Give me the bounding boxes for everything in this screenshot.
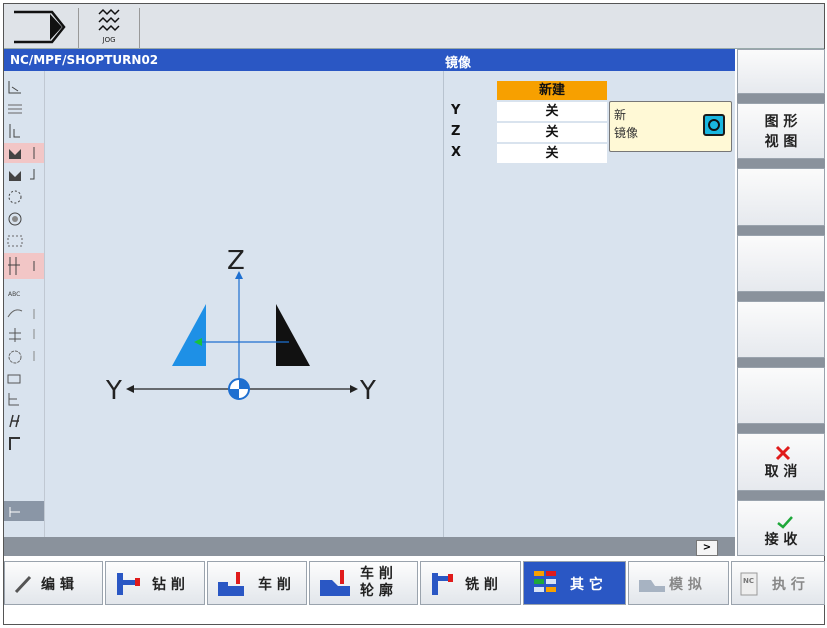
program-steps-column: ABC bbox=[4, 71, 45, 537]
mill-button[interactable]: 铣 削 bbox=[420, 561, 521, 605]
milling-icon bbox=[432, 573, 453, 595]
graphic-view-button[interactable]: 图 形 视 图 bbox=[737, 103, 825, 159]
right-softkey-sep bbox=[737, 94, 825, 103]
step-icon-block[interactable] bbox=[4, 369, 44, 389]
program-path: NC/MPF/SHOPTURN02 bbox=[10, 53, 159, 67]
jog-icon bbox=[98, 8, 120, 32]
check-icon bbox=[777, 516, 793, 529]
cancel-button[interactable]: 取 消 bbox=[737, 433, 825, 491]
axis-z-label: Z bbox=[227, 246, 245, 276]
cancel-label: 取 消 bbox=[764, 464, 798, 480]
other-icon bbox=[534, 571, 556, 592]
turn-button[interactable]: 车 削 bbox=[207, 561, 307, 605]
right-softkey-sep bbox=[737, 159, 825, 168]
mill-label: 铣 削 bbox=[465, 577, 498, 593]
step-icon-italic[interactable] bbox=[4, 411, 44, 431]
param-value-y[interactable]: 关 bbox=[497, 102, 607, 121]
step-icon-bracket[interactable] bbox=[4, 389, 44, 409]
right-softkey-sep bbox=[737, 226, 825, 235]
step-icon-selected[interactable] bbox=[4, 501, 44, 521]
mirror-diagram: Z Y Y bbox=[105, 246, 376, 406]
original-triangle bbox=[276, 304, 310, 366]
pencil-icon bbox=[14, 575, 32, 594]
jog-mode-indicator[interactable]: JOG bbox=[78, 8, 140, 48]
accept-label: 接 收 bbox=[764, 532, 798, 548]
edit-label: 编 辑 bbox=[41, 577, 74, 593]
simulate-label: 模 拟 bbox=[669, 577, 702, 593]
step-icon-pattern[interactable] bbox=[4, 231, 44, 251]
execute-label: 执 行 bbox=[772, 577, 805, 593]
mode-new-field[interactable]: 新建 bbox=[497, 81, 607, 100]
drill-label: 钻 削 bbox=[152, 577, 185, 593]
execute-button[interactable]: NC 执 行 bbox=[731, 561, 825, 605]
step-icon-3[interactable] bbox=[4, 121, 44, 141]
dialog-title: 镜像 bbox=[445, 56, 472, 71]
axis-y-left-label: Y bbox=[105, 376, 122, 406]
right-softkey-5[interactable] bbox=[737, 301, 825, 358]
simulate-icon bbox=[639, 580, 665, 592]
right-softkey-sep bbox=[737, 491, 825, 500]
main-area: ABC Z Y Y 新建 Y Z X 关 关 关 新 镜像 bbox=[4, 71, 735, 537]
right-softkey-4[interactable] bbox=[737, 235, 825, 292]
step-icon-2[interactable] bbox=[4, 99, 44, 119]
param-label-z: Z bbox=[451, 124, 461, 139]
step-icon-1[interactable] bbox=[4, 77, 44, 97]
step-icon-4-highlighted[interactable] bbox=[4, 143, 44, 163]
mirrored-triangle bbox=[172, 304, 206, 366]
contour-label-1: 车 削 bbox=[360, 566, 393, 582]
step-icon-circle-2[interactable] bbox=[4, 209, 44, 229]
toggle-icon[interactable] bbox=[703, 114, 725, 136]
param-value-x[interactable]: 关 bbox=[497, 144, 607, 163]
param-label-y: Y bbox=[451, 103, 461, 118]
step-icon-mirror-highlighted[interactable] bbox=[4, 253, 44, 279]
step-icon-abc[interactable]: ABC bbox=[4, 283, 44, 303]
drill-icon bbox=[117, 573, 140, 595]
simulate-button[interactable]: 模 拟 bbox=[628, 561, 729, 605]
step-icon-tree[interactable] bbox=[4, 325, 44, 345]
drill-button[interactable]: 钻 削 bbox=[105, 561, 205, 605]
jog-label: JOG bbox=[102, 36, 116, 44]
step-icon-curve[interactable] bbox=[4, 303, 44, 323]
step-icon-gear[interactable] bbox=[4, 347, 44, 367]
right-softkey-sep bbox=[737, 358, 825, 367]
top-mode-bar: JOG bbox=[4, 4, 824, 49]
tooltip-line-2: 镜像 bbox=[614, 126, 639, 140]
graphic-view-label-1: 图 形 bbox=[764, 114, 798, 130]
tooltip-line-1: 新 bbox=[614, 108, 627, 122]
step-icon-circle-1[interactable] bbox=[4, 187, 44, 207]
axis-y-right-label: Y bbox=[359, 376, 376, 406]
svg-text:NC: NC bbox=[743, 577, 754, 585]
contour-label: 车 削 轮 廓 bbox=[360, 566, 393, 600]
edit-button[interactable]: 编 辑 bbox=[4, 561, 103, 605]
program-header: NC/MPF/SHOPTURN02 镜像 bbox=[4, 49, 735, 71]
svg-text:ABC: ABC bbox=[8, 291, 20, 298]
contour-icon bbox=[320, 570, 350, 596]
right-softkey-sep bbox=[737, 292, 825, 301]
cancel-icon bbox=[775, 445, 791, 461]
contour-turning-button[interactable]: 车 削 轮 廓 bbox=[309, 561, 418, 605]
step-icon-corner[interactable] bbox=[4, 433, 44, 453]
turn-label: 车 削 bbox=[258, 577, 291, 593]
panel-divider bbox=[443, 71, 444, 537]
param-label-x: X bbox=[451, 145, 462, 160]
accept-button[interactable]: 接 收 bbox=[737, 500, 825, 556]
right-softkey-sep bbox=[737, 424, 825, 433]
machine-mode-icon[interactable] bbox=[12, 10, 72, 44]
param-value-z[interactable]: 关 bbox=[497, 123, 607, 142]
right-softkey-3[interactable] bbox=[737, 168, 825, 226]
status-strip bbox=[4, 537, 735, 556]
tooltip: 新 镜像 bbox=[609, 101, 732, 152]
contour-label-2: 轮 廓 bbox=[360, 583, 393, 599]
other-button[interactable]: 其 它 bbox=[523, 561, 626, 605]
more-button[interactable]: > bbox=[696, 540, 718, 556]
graphic-view-label-2: 视 图 bbox=[764, 134, 798, 150]
nc-execute-icon: NC bbox=[740, 572, 758, 596]
turning-icon bbox=[218, 572, 244, 596]
other-label: 其 它 bbox=[570, 577, 603, 593]
step-icon-5[interactable] bbox=[4, 165, 44, 185]
right-softkey-1[interactable] bbox=[737, 49, 825, 94]
right-softkey-6[interactable] bbox=[737, 367, 825, 424]
